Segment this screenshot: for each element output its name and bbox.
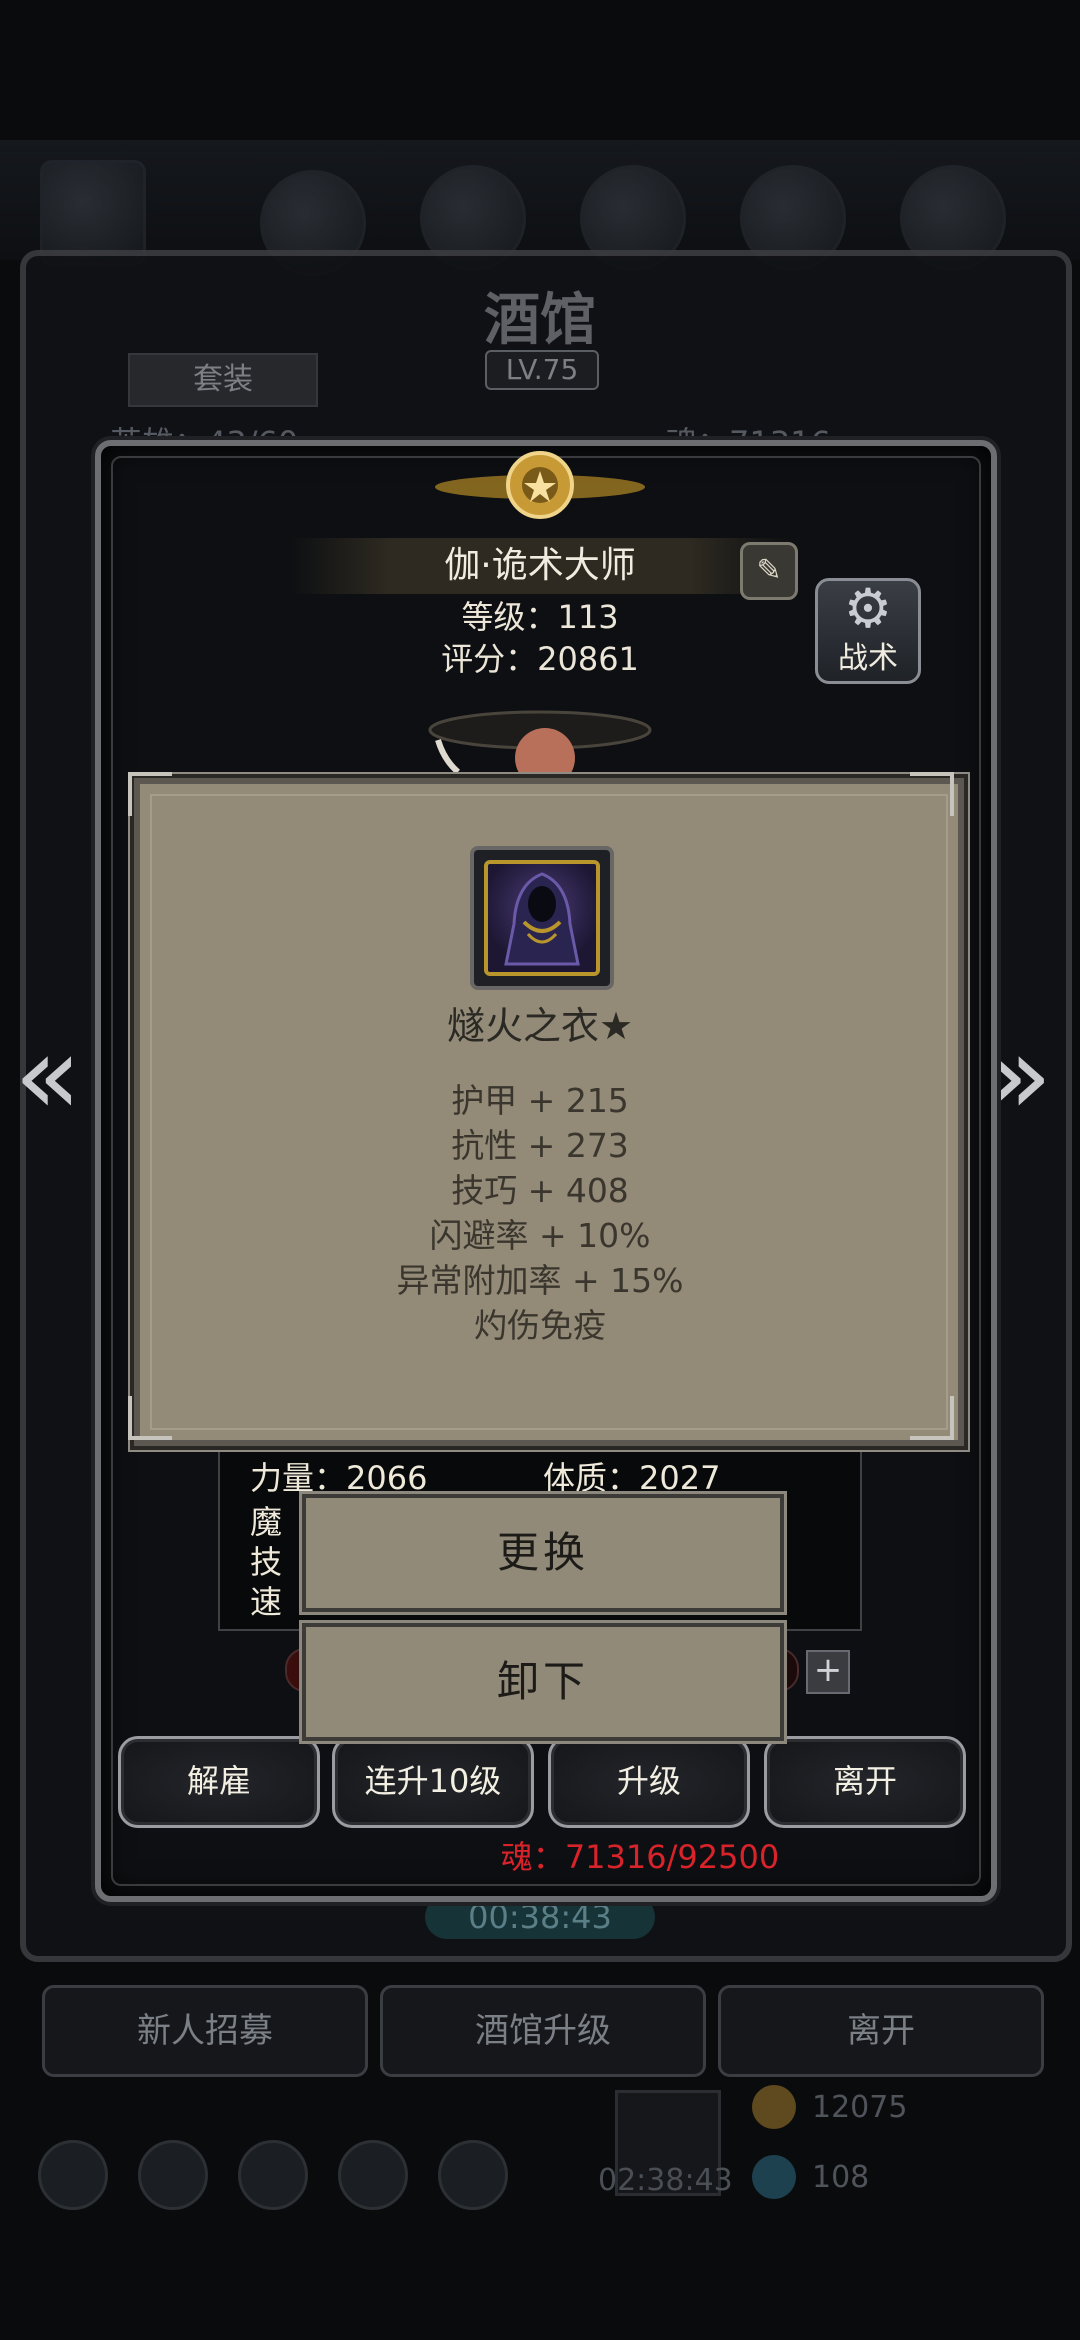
bottom-icon-2[interactable] [138, 2140, 208, 2210]
bottom-icon-4[interactable] [338, 2140, 408, 2210]
gem-amount: 108 [812, 2160, 870, 2195]
hero-level-label: 等级： [461, 598, 558, 636]
hero-level: 等级：113 [340, 592, 740, 638]
edit-name-icon[interactable]: ✎ [740, 542, 798, 600]
level-up-10-button[interactable]: 连升10级 [332, 1736, 534, 1828]
level-up-button[interactable]: 升级 [548, 1736, 750, 1828]
item-attribute: 异常附加率 + 15% [396, 1261, 684, 1300]
strength-stat: 力量：2066 [250, 1459, 428, 1497]
leave-button[interactable]: 离开 [764, 1736, 966, 1828]
soul-label: 魂： [500, 1838, 565, 1876]
item-attribute: 护甲 + 215 [451, 1081, 629, 1120]
hero-score-value: 20861 [537, 640, 639, 678]
change-equipment-button[interactable]: 更换 [302, 1494, 784, 1612]
gift-timer: 02:38:43 [598, 2163, 733, 2198]
gold-amount: 12075 [812, 2090, 908, 2125]
item-attribute: 灼伤免疫 [474, 1306, 606, 1345]
bottom-icon-1[interactable] [38, 2140, 108, 2210]
item-name: 燧火之衣★ [446, 1004, 634, 1048]
hero-score-label: 评分： [441, 640, 538, 678]
popup-corner-tl [128, 772, 172, 816]
tab-set[interactable]: 套装 [128, 353, 318, 407]
unequip-button[interactable]: 卸下 [302, 1623, 784, 1741]
gold-coin-icon [752, 2085, 796, 2129]
popup-corner-br [910, 1396, 954, 1440]
tavern-title: 酒馆 [484, 287, 596, 353]
hero-portrait [428, 710, 652, 780]
item-attribute: 技巧 + 408 [451, 1171, 629, 1210]
tavern-leave-button[interactable]: 离开 [718, 1985, 1044, 2077]
cloak-icon [504, 872, 580, 966]
bottom-icon-3[interactable] [238, 2140, 308, 2210]
gem-icon [752, 2155, 796, 2199]
bottom-icon-5[interactable] [438, 2140, 508, 2210]
prev-hero-arrow-icon[interactable]: « [14, 1020, 81, 1130]
item-attribute: 抗性 + 273 [451, 1126, 629, 1165]
constitution-stat: 体质：2027 [543, 1459, 721, 1497]
speed-stat: 速 [250, 1583, 283, 1621]
plus-icon[interactable]: + [806, 1650, 850, 1694]
hero-name: 伽·诡术大师 [290, 538, 790, 594]
popup-corner-tr [910, 772, 954, 816]
cloak-item-icon [470, 846, 614, 990]
popup-corner-bl [128, 1396, 172, 1440]
cloak-item-frame [484, 860, 600, 976]
soul-value: 71316/92500 [564, 1838, 780, 1876]
soul-counter: 魂：71316/92500 [420, 1832, 860, 1878]
hero-score: 评分：20861 [340, 634, 740, 680]
item-attribute: 闪避率 + 10% [429, 1216, 651, 1255]
tavern-upgrade-button[interactable]: 酒馆升级 [380, 1985, 706, 2077]
gear-icon: ⚙ [843, 577, 893, 640]
hero-level-value: 113 [557, 598, 619, 636]
tavern-level: LV.75 [485, 350, 599, 390]
hero-emblem-icon [435, 451, 645, 519]
new-recruit-button[interactable]: 新人招募 [42, 1985, 368, 2077]
dismiss-button[interactable]: 解雇 [118, 1736, 320, 1828]
tactics-button[interactable]: ⚙ 战术 [815, 578, 921, 684]
tactics-label: 战术 [838, 641, 898, 676]
